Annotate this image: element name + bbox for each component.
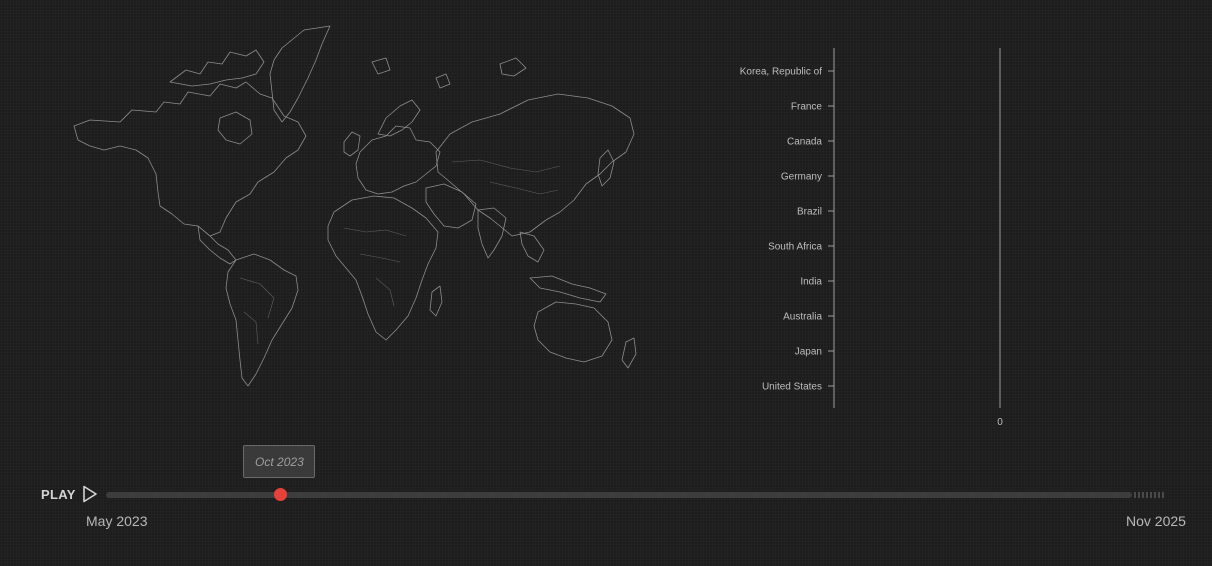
map-new-zealand (621, 337, 637, 369)
play-label: PLAY (41, 486, 76, 502)
map-uk (343, 131, 361, 157)
map-central-america (197, 225, 237, 265)
timeline-end-label: Nov 2025 (1126, 513, 1186, 529)
category-tick-label: Japan (795, 347, 822, 358)
map-indonesia (529, 275, 607, 303)
map-asia (435, 93, 635, 237)
play-button[interactable]: PLAY (41, 484, 98, 504)
map-asia-border-2 (489, 181, 559, 195)
category-tick-label: Korea, Republic of (740, 67, 822, 78)
timeline-slider-track[interactable] (106, 492, 1132, 498)
category-tick-label: Brazil (797, 207, 822, 218)
world-map[interactable] (60, 22, 650, 397)
map-se-asia (519, 231, 545, 263)
map-north-america (73, 81, 307, 237)
timeline: Oct 2023 PLAY May 2023 Nov 2025 (0, 440, 1212, 566)
category-tick-label: United States (762, 382, 822, 393)
map-greenland (269, 25, 331, 123)
timeline-track-end (1134, 492, 1166, 498)
category-tick-label: France (791, 102, 823, 113)
map-asia-border-1 (451, 159, 561, 173)
app-root: Korea, Republic of France Canada Germany Bra… (0, 0, 1212, 566)
play-triangle-icon (82, 485, 97, 503)
bar-chart: Korea, Republic of France Canada Germany Bra… (740, 48, 1003, 428)
map-africa (327, 195, 439, 341)
category-tick-label: Germany (781, 172, 822, 183)
map-australia (533, 301, 613, 363)
map-africa-border-1 (343, 227, 407, 237)
map-hudson-bay (217, 111, 253, 145)
map-arctic-islands (371, 57, 527, 89)
category-tick-label: Australia (783, 312, 822, 323)
map-europe (355, 125, 441, 195)
map-south-america (225, 253, 299, 387)
category-tick-label: Canada (787, 137, 822, 148)
map-sa-border-1 (239, 277, 275, 319)
timeline-slider-thumb[interactable] (273, 488, 287, 501)
value-tick-label: 0 (997, 417, 1003, 428)
map-india (477, 207, 507, 259)
map-africa-border-2 (359, 253, 401, 263)
map-madagascar (429, 285, 443, 317)
map-scandinavia (377, 99, 421, 137)
map-middle-east (425, 183, 477, 229)
category-tick-label: India (800, 277, 822, 288)
map-africa-border-3 (375, 277, 395, 307)
current-date-label: Oct 2023 (255, 454, 304, 469)
map-canada-islands (169, 49, 265, 87)
category-tick-label: South Africa (768, 242, 822, 253)
timeline-start-label: May 2023 (86, 513, 148, 529)
current-date-tooltip: Oct 2023 (243, 445, 316, 478)
map-sa-border-2 (243, 311, 259, 345)
